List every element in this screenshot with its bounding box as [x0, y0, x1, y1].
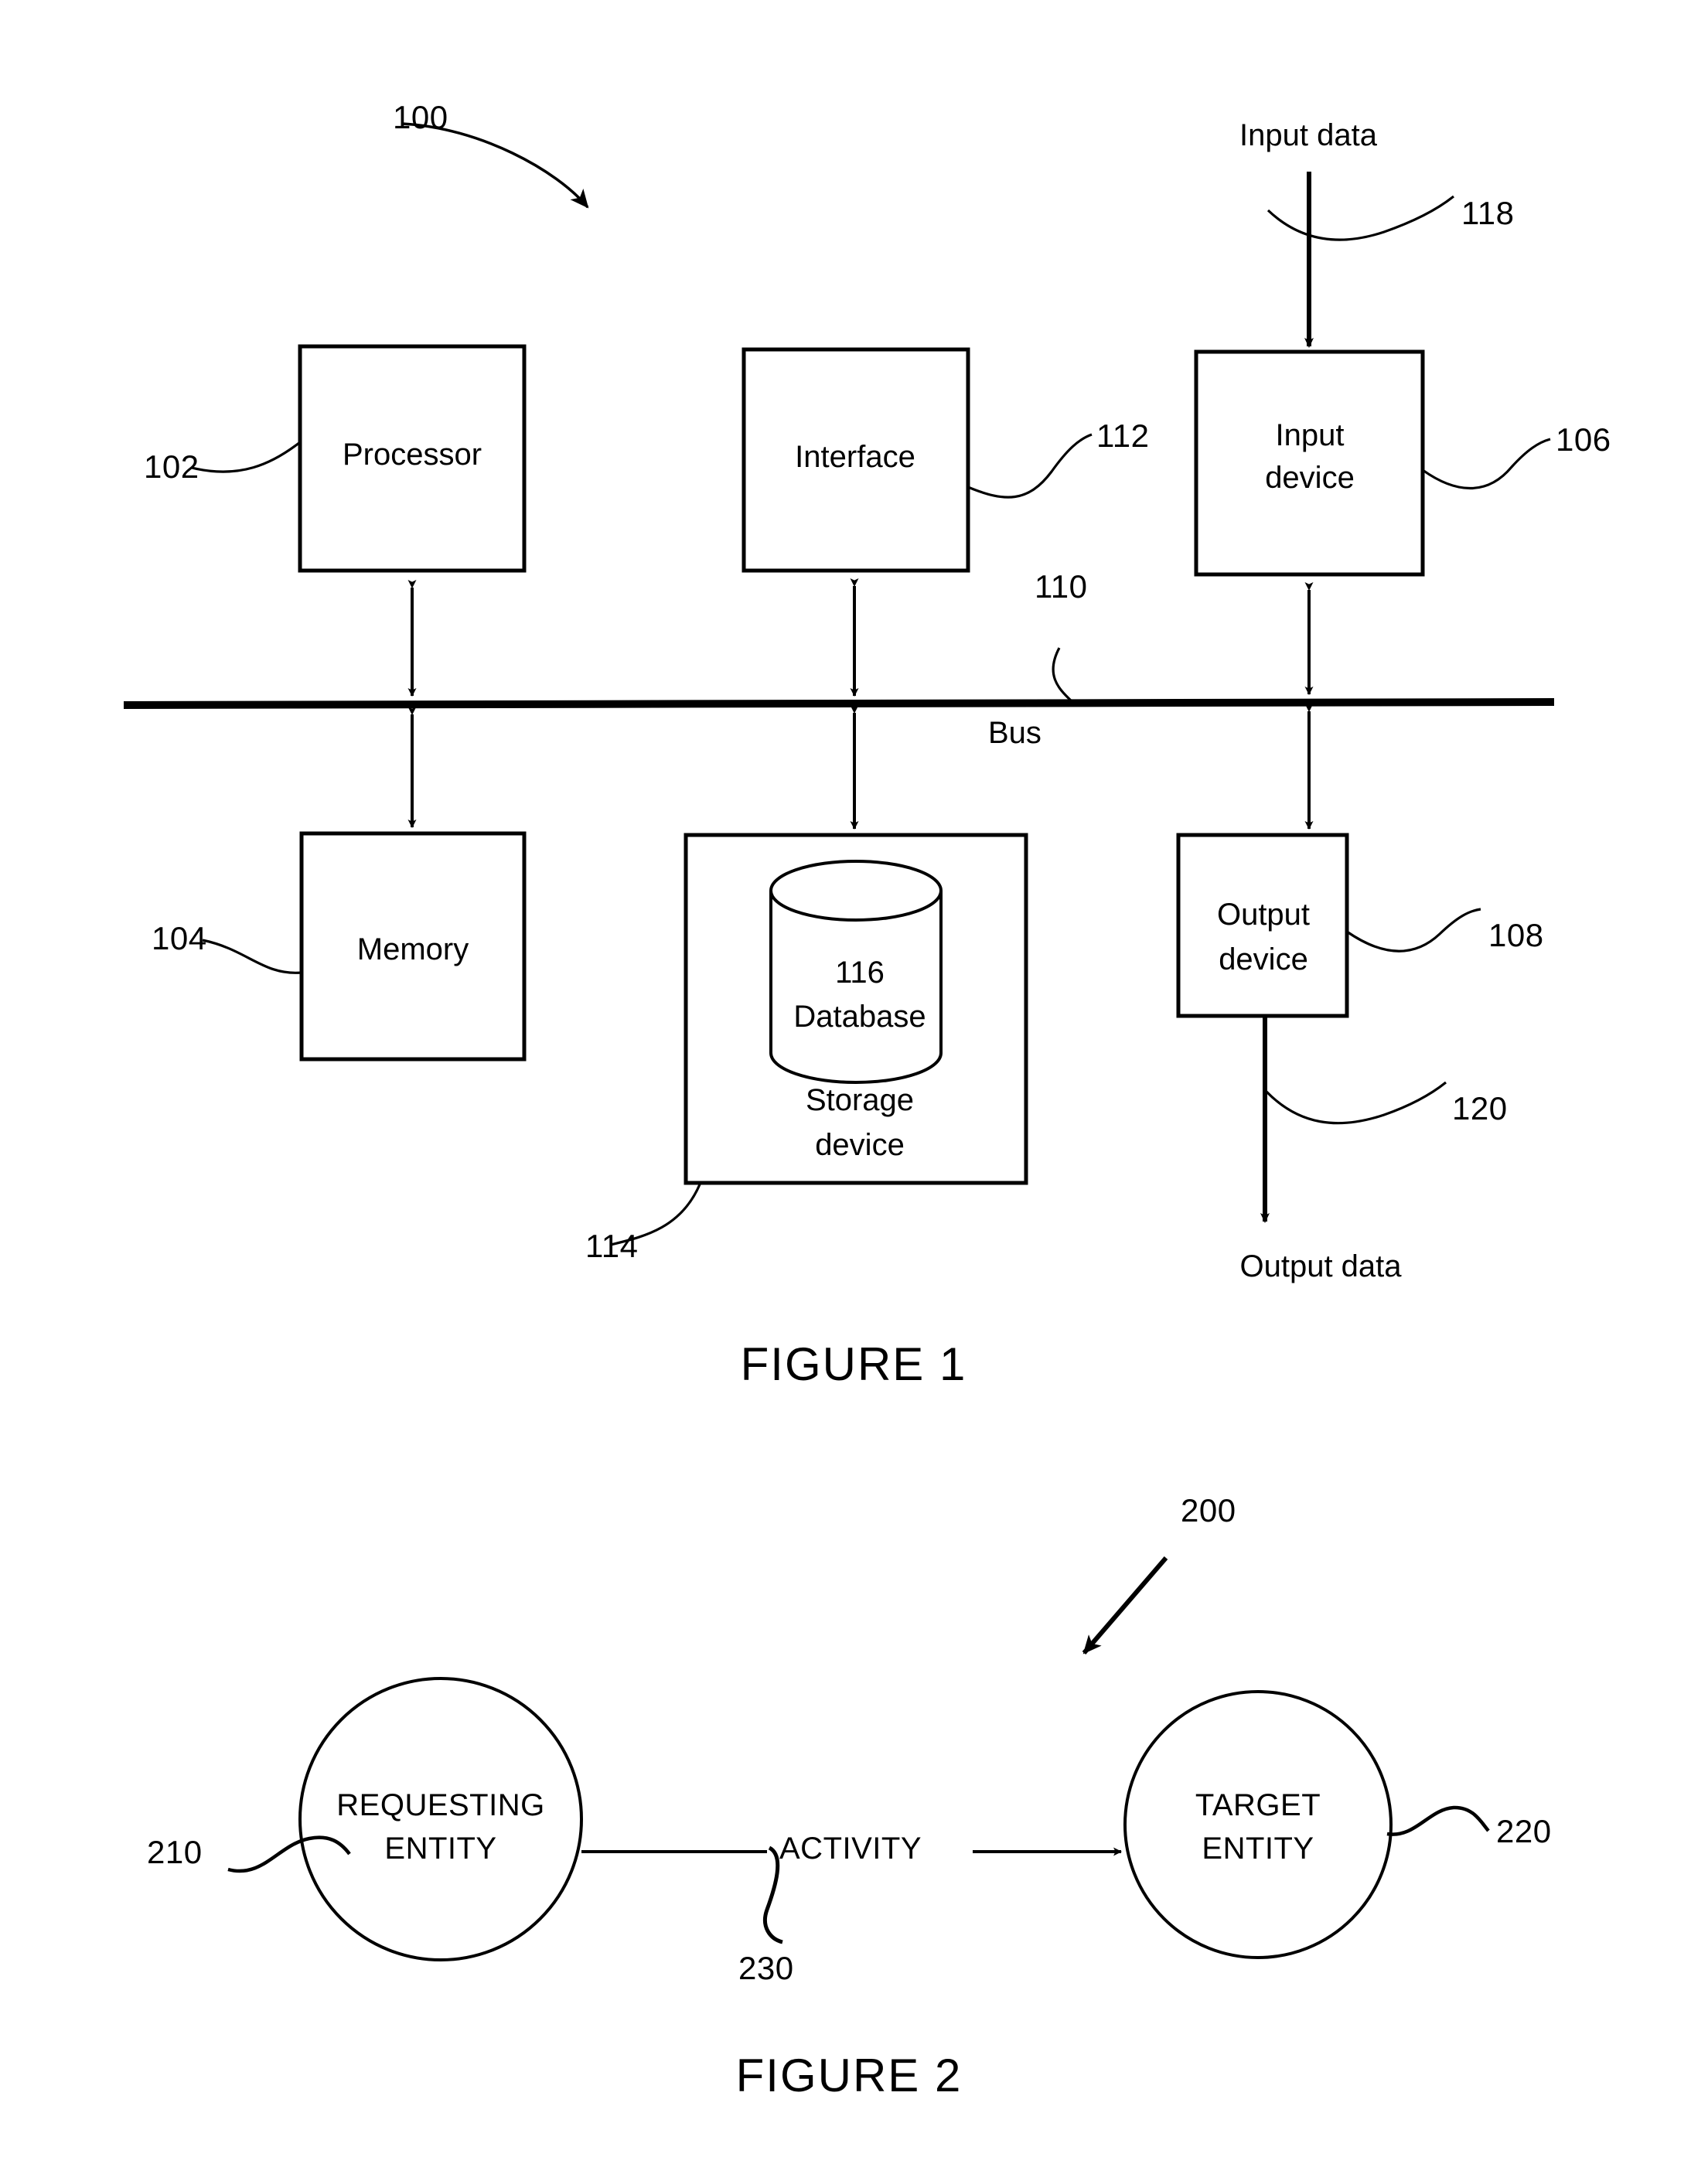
target-entity-circle [1123, 1690, 1393, 1959]
database-label-line1: 116 [835, 956, 885, 990]
leader-210 [227, 1835, 351, 1873]
ref-number-230: 230 [738, 1950, 794, 1986]
activity-label: ACTIVITY [779, 1832, 922, 1866]
leader-106 [1422, 438, 1551, 490]
output-data-label: Output data [1239, 1249, 1402, 1283]
requesting-entity-label-line1: REQUESTING [336, 1788, 545, 1822]
ref-number-104: 104 [152, 920, 207, 956]
storage-device-label-line1: Storage [805, 1083, 915, 1117]
ref-number-114: 114 [585, 1228, 639, 1264]
processor-label: Processor [342, 438, 482, 472]
storage-device-label-line2: device [815, 1128, 905, 1162]
ref-number-102: 102 [144, 448, 199, 485]
input-device-label-line1: Input [1275, 418, 1345, 452]
ref-number-118: 118 [1461, 195, 1515, 231]
ref-number-112: 112 [1096, 417, 1150, 454]
leader-104 [202, 939, 302, 974]
bus-line [123, 698, 1555, 709]
ref-number-100: 100 [393, 99, 448, 135]
database-label-line2: Database [793, 1000, 926, 1034]
ref-number-110: 110 [1035, 568, 1088, 605]
requesting-entity-label-line2: ENTITY [384, 1832, 497, 1866]
leader-220 [1386, 1805, 1490, 1836]
ref-number-210: 210 [147, 1834, 203, 1870]
leader-118 [1267, 195, 1454, 241]
input-device-label-line2: device [1265, 461, 1355, 495]
leader-112 [967, 433, 1093, 499]
leader-120 [1265, 1081, 1447, 1125]
ref-number-120: 120 [1452, 1090, 1508, 1126]
ref-number-108: 108 [1488, 917, 1544, 953]
bus-label: Bus [988, 716, 1042, 750]
output-device-label-line1: Output [1216, 898, 1311, 932]
figure-1-caption: FIGURE 1 [740, 1338, 967, 1390]
leader-108 [1346, 908, 1481, 953]
ref-number-220: 220 [1496, 1813, 1552, 1849]
fig2-system-arrow [1082, 1556, 1168, 1655]
leader-102 [191, 441, 301, 473]
figure-2-caption: FIGURE 2 [735, 2050, 963, 2101]
leader-110 [1052, 647, 1072, 702]
ref-number-106: 106 [1556, 421, 1611, 458]
target-entity-label-line1: TARGET [1195, 1788, 1321, 1822]
input-data-label: Input data [1239, 118, 1377, 152]
target-entity-label-line2: ENTITY [1202, 1832, 1314, 1866]
ref-number-200: 200 [1181, 1492, 1236, 1528]
patent-drawing-page: 100 102 Processor Interface 112 Input da… [0, 0, 1708, 2164]
interface-label: Interface [795, 440, 915, 474]
output-device-label-line2: device [1219, 942, 1308, 976]
memory-label: Memory [356, 932, 469, 966]
